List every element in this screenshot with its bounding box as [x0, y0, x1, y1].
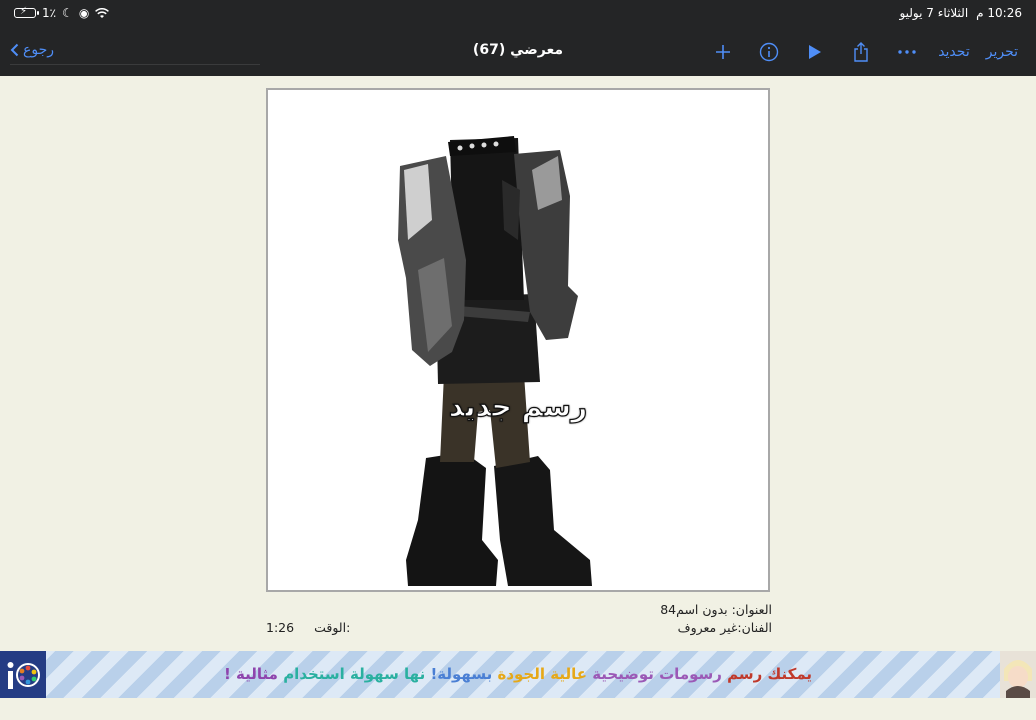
- lock-rotation-icon: ◉: [78, 6, 90, 20]
- status-date: الثلاثاء 7 يوليو: [899, 6, 969, 20]
- artwork-image: [398, 136, 592, 586]
- play-icon: [809, 45, 822, 59]
- add-icon: [716, 45, 731, 59]
- status-bar: ⚡ 1٪ ☾ ◉ 10:26 م الثلاثاء 7 يوليو: [0, 0, 1036, 28]
- wifi-icon: [95, 7, 110, 18]
- app-logo-icon: [0, 651, 46, 698]
- more-icon: [898, 50, 916, 54]
- navigation-bar: رجوع معرضي (67) تحديد تحرير: [0, 28, 1036, 76]
- status-icons: ⚡ 1٪ ☾ ◉: [14, 6, 110, 20]
- ad-text-part: بسهولة!: [430, 665, 493, 683]
- time-value: 1:26: [266, 620, 295, 635]
- share-icon: [854, 42, 868, 62]
- time-label: الوقت:: [314, 620, 351, 635]
- toolbar-actions: تحديد تحرير: [700, 38, 1026, 66]
- ad-text-part: رسومات توضيحية: [592, 665, 722, 683]
- clock: 10:26 م الثلاثاء 7 يوليو: [899, 6, 1022, 20]
- new-drawing-label: رسم جديد: [448, 389, 588, 423]
- moon-icon: ☾: [62, 6, 73, 20]
- select-button[interactable]: تحديد: [930, 38, 978, 66]
- artwork-thumbnail[interactable]: رسم جديد: [266, 88, 770, 592]
- palette-icon: [7, 662, 40, 689]
- artwork-time: 1:26 الوقت:: [266, 620, 350, 635]
- ad-avatar: [1000, 651, 1036, 698]
- info-icon: [759, 42, 779, 62]
- divider: [10, 64, 260, 65]
- ad-text-part: عالية الجودة: [497, 665, 587, 683]
- battery-percent: 1٪: [42, 6, 57, 20]
- info-button[interactable]: [746, 38, 792, 66]
- more-button[interactable]: [884, 38, 930, 66]
- ad-text-part: يمكنك رسم: [727, 665, 813, 683]
- edit-button[interactable]: تحرير: [978, 38, 1026, 66]
- play-button[interactable]: [792, 38, 838, 66]
- ad-banner[interactable]: يمكنك رسم رسومات توضيحية عالية الجودة بس…: [0, 651, 1036, 698]
- status-time: 10:26 م: [976, 6, 1022, 20]
- ad-text-part: نها سهولة استخدام: [283, 665, 426, 683]
- artwork-artist: الفنان:غير معروف: [677, 620, 772, 635]
- share-button[interactable]: [838, 38, 884, 66]
- artwork-title: العنوان: بدون اسم84: [660, 602, 772, 617]
- avatar-image: [1004, 660, 1032, 698]
- add-button[interactable]: [700, 38, 746, 66]
- ad-text: يمكنك رسم رسومات توضيحية عالية الجودة بس…: [46, 665, 990, 683]
- battery-icon: ⚡: [14, 6, 39, 18]
- ad-text-part: مثالية !: [223, 665, 278, 683]
